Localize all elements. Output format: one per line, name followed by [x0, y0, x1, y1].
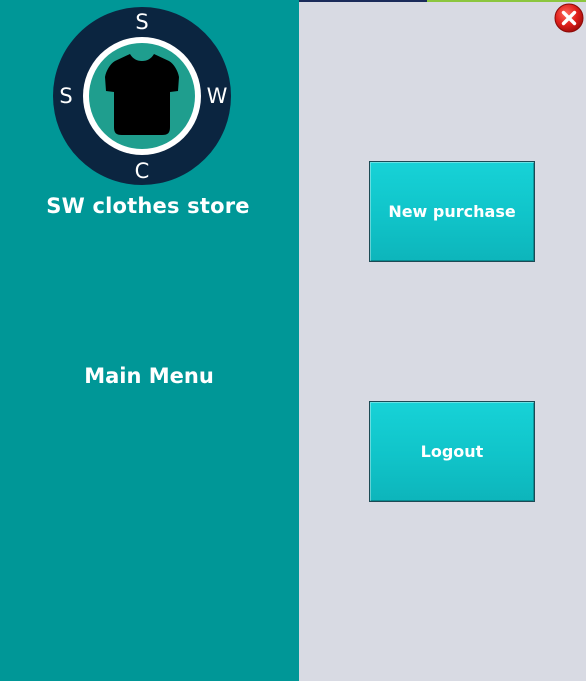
store-name: SW clothes store [46, 194, 250, 218]
sidebar: S S W C SW clothes store Main Menu [0, 0, 299, 681]
logo-letter-bottom: C [135, 159, 150, 183]
new-purchase-button[interactable]: New purchase [369, 161, 535, 262]
main-menu-window: S S W C SW clothes store Main Menu New p… [0, 0, 586, 681]
top-border-right [427, 0, 586, 2]
logo-letter-top: S [135, 10, 148, 34]
store-logo: S S W C [53, 7, 231, 185]
logo-letter-right: W [207, 84, 228, 108]
menu-title: Main Menu [84, 364, 214, 388]
logo-letter-left: S [59, 84, 72, 108]
close-icon[interactable] [554, 3, 584, 33]
shirt-icon [105, 54, 179, 135]
top-border-mid [299, 0, 427, 2]
logout-button[interactable]: Logout [369, 401, 535, 502]
